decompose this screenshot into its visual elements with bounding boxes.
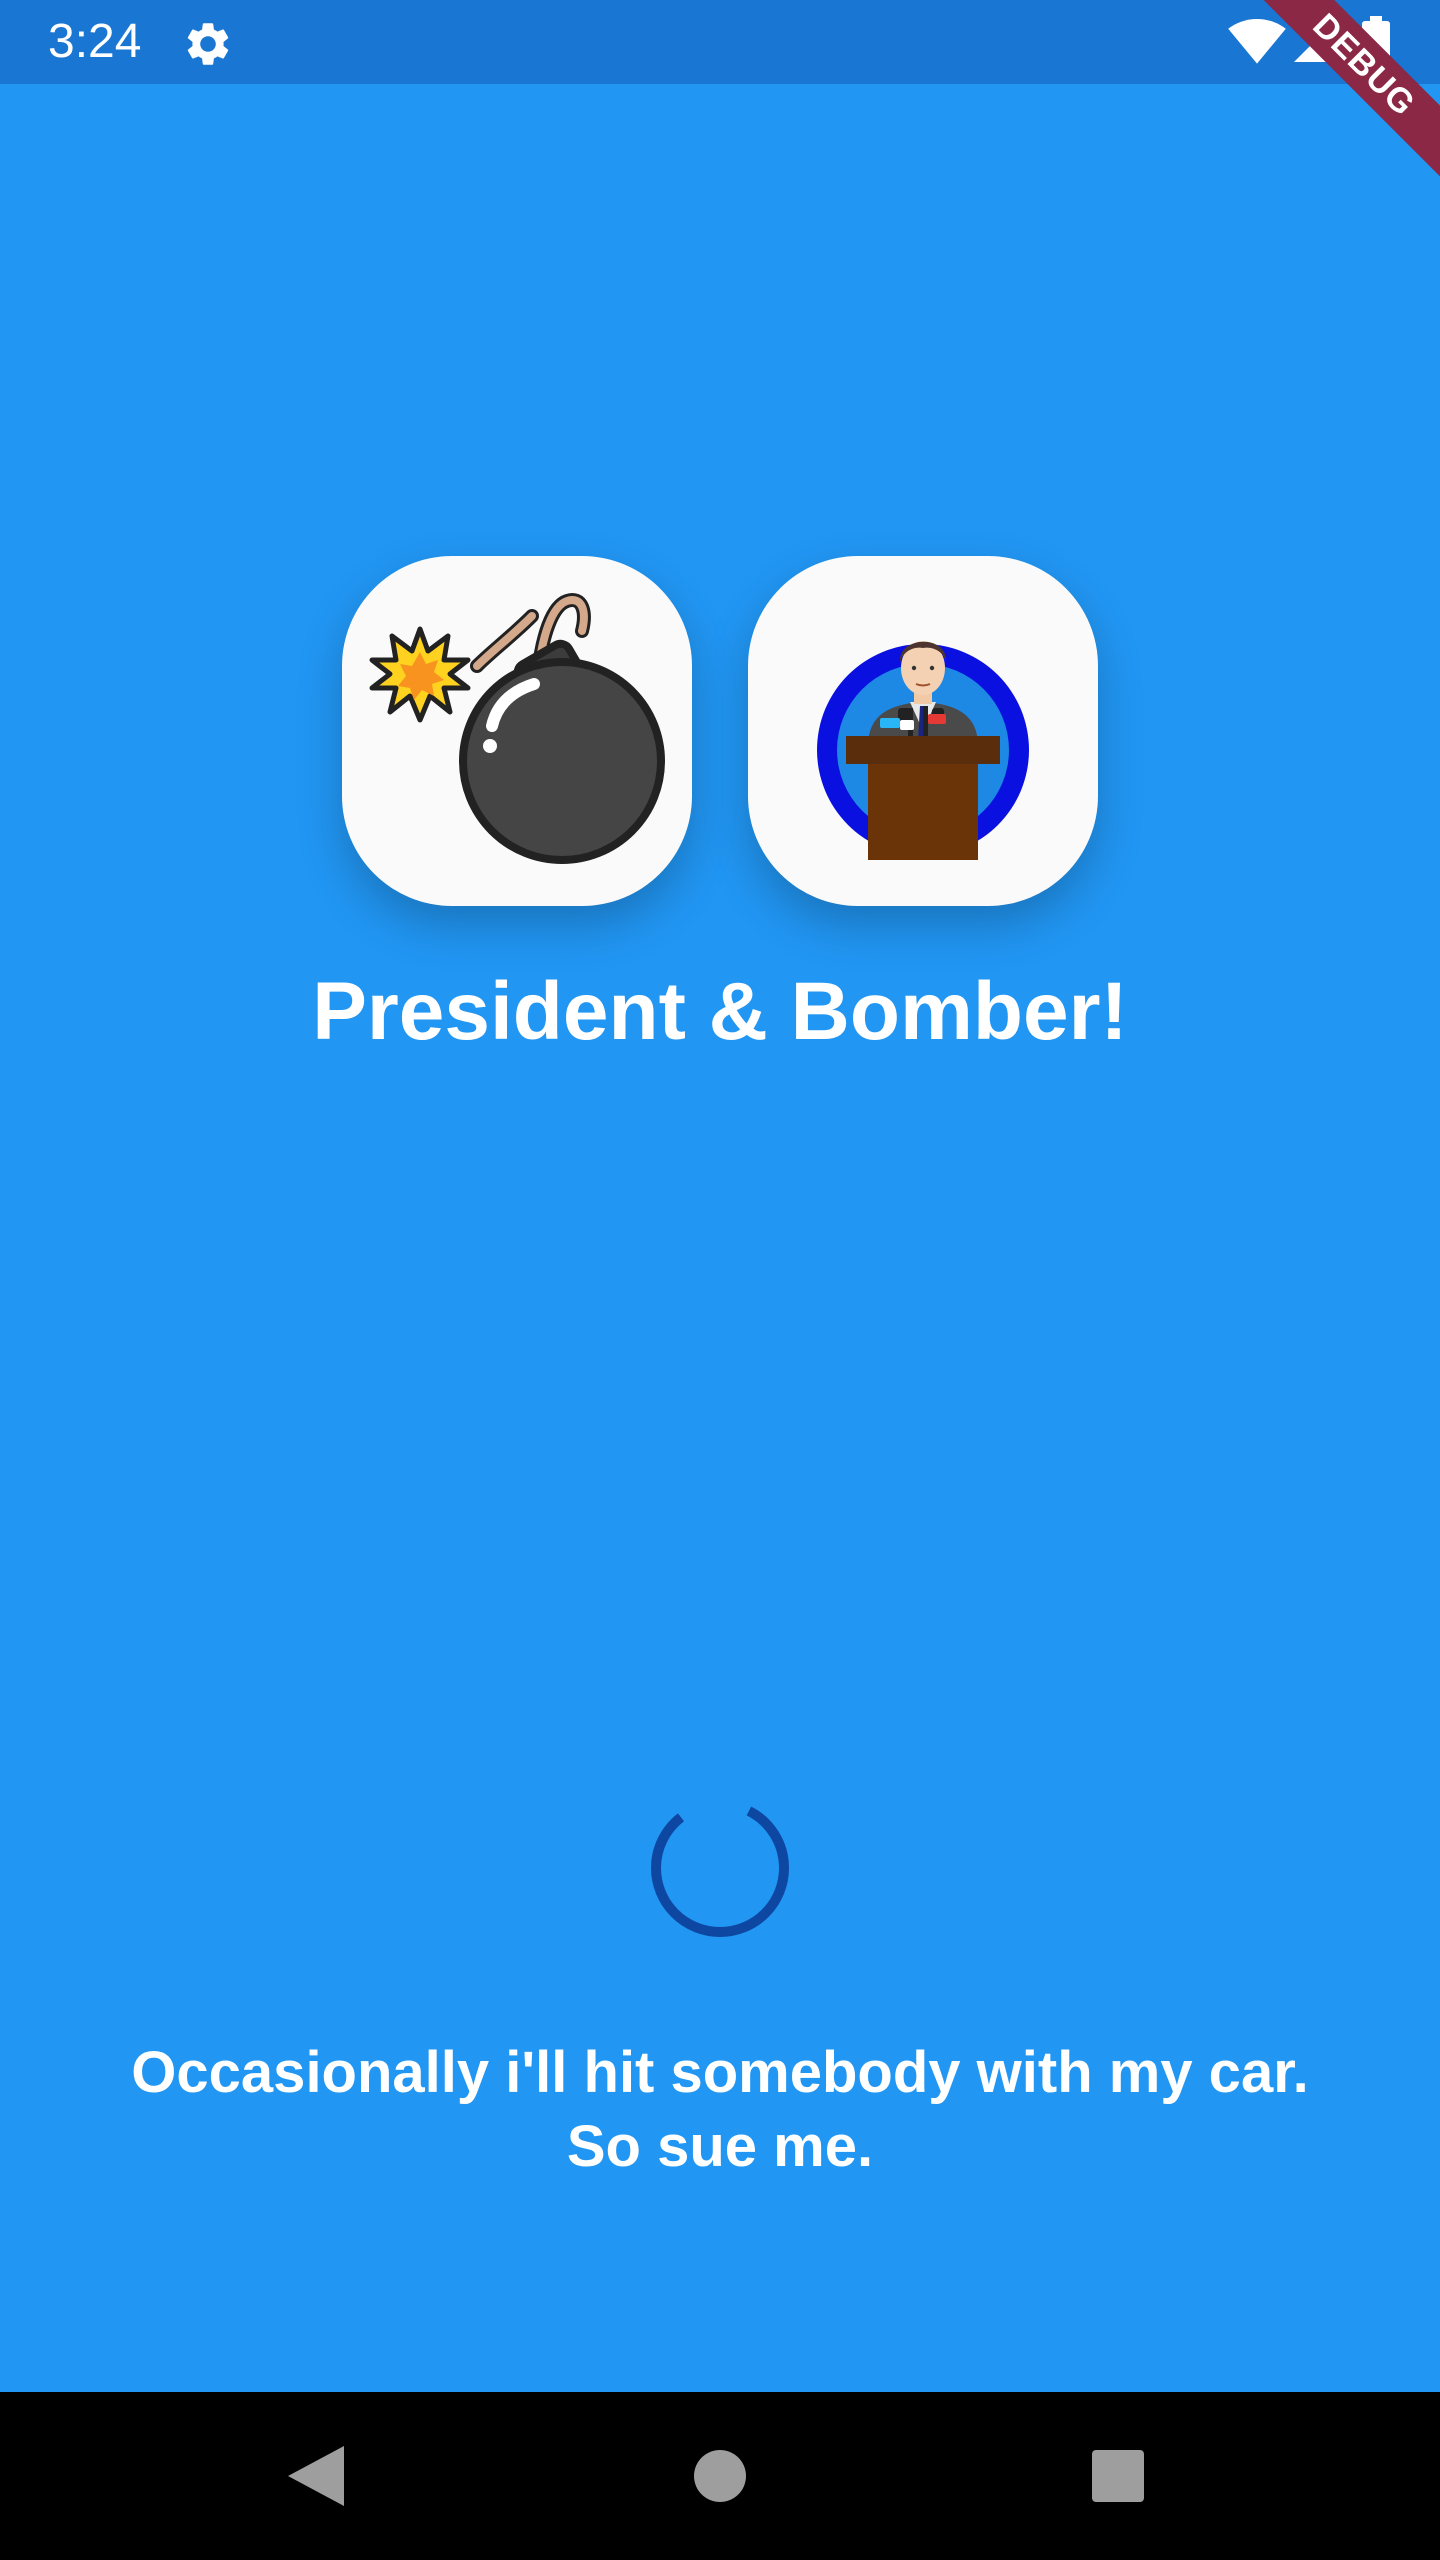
loading-quote: Occasionally i'll hit somebody with my c… bbox=[60, 2036, 1380, 2184]
recents-icon[interactable] bbox=[1092, 2450, 1144, 2502]
settings-gear-icon bbox=[187, 23, 229, 65]
wifi-icon bbox=[1228, 18, 1286, 64]
bomb-icon bbox=[369, 593, 665, 864]
back-icon[interactable] bbox=[288, 2446, 344, 2506]
home-icon[interactable] bbox=[694, 2450, 746, 2502]
loading-spinner bbox=[651, 1799, 789, 1937]
president-podium-icon bbox=[817, 641, 1029, 860]
status-time: 3:24 bbox=[48, 15, 142, 68]
status-bar: 3:24 bbox=[0, 0, 1440, 84]
quote-line-2: So sue me. bbox=[566, 2114, 874, 2179]
president-logo-card bbox=[748, 556, 1098, 906]
bomb-logo-card bbox=[342, 556, 692, 906]
app-title: President & Bomber! bbox=[312, 966, 1128, 1057]
splash-screen: 3:24 DEBUG President & Bomber! Occasiona… bbox=[0, 0, 1440, 2560]
quote-line-1: Occasionally i'll hit somebody with my c… bbox=[131, 2040, 1309, 2105]
